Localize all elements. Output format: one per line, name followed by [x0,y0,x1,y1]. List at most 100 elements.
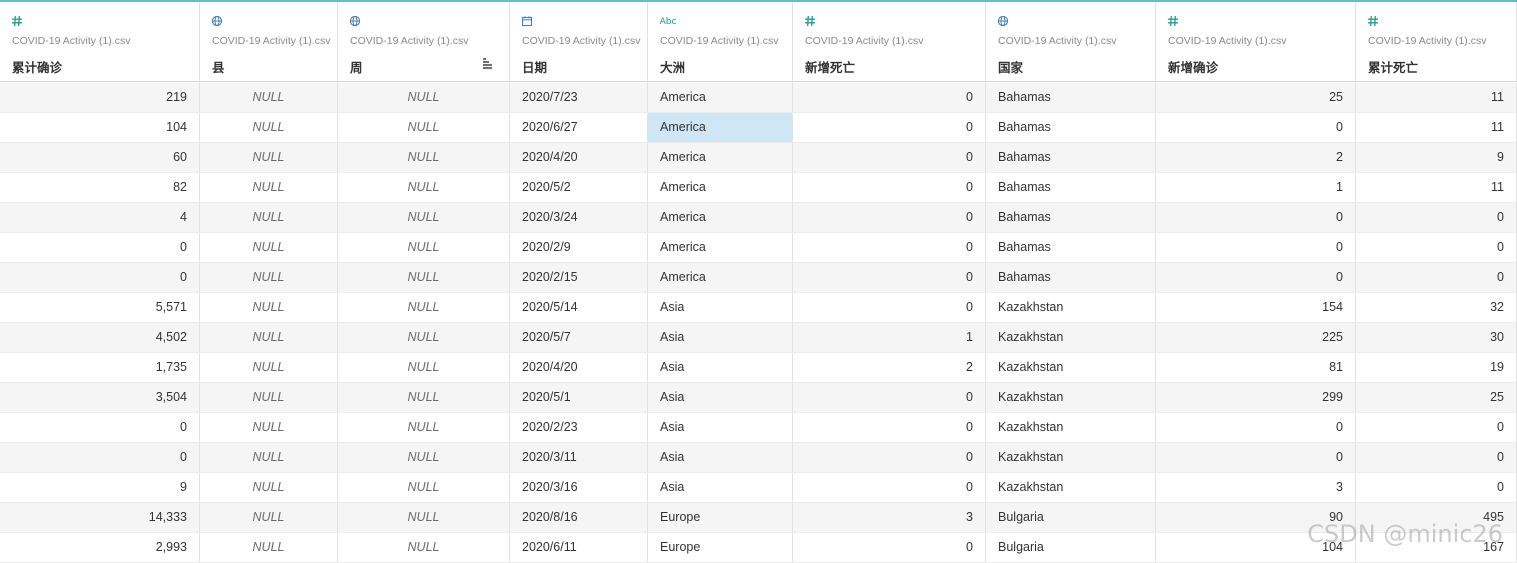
column-header-8[interactable]: COVID-19 Activity (1).csv新增确诊 [1156,2,1356,81]
table-cell[interactable]: NULL [200,113,338,142]
table-cell[interactable]: 25 [1356,383,1517,412]
table-cell[interactable]: 11 [1356,113,1517,142]
table-cell[interactable]: 32 [1356,293,1517,322]
table-cell[interactable]: 2 [793,353,986,382]
table-cell[interactable]: 4,502 [0,323,200,352]
table-cell[interactable]: 14,333 [0,503,200,532]
column-header-5[interactable]: AbcCOVID-19 Activity (1).csv大洲 [648,2,793,81]
table-cell[interactable]: Asia [648,293,793,322]
table-cell[interactable]: 2 [1156,143,1356,172]
table-cell[interactable]: Asia [648,323,793,352]
table-row[interactable]: 0NULLNULL2020/3/11Asia0Kazakhstan00 [0,443,1517,473]
table-cell[interactable]: 0 [1356,443,1517,472]
table-row[interactable]: 219NULLNULL2020/7/23America0Bahamas2511 [0,83,1517,113]
table-cell[interactable]: 19 [1356,353,1517,382]
table-cell[interactable]: 2020/5/7 [510,323,648,352]
table-cell[interactable]: 2020/2/23 [510,413,648,442]
table-cell[interactable]: 11 [1356,83,1517,112]
table-cell[interactable]: 0 [1156,113,1356,142]
table-cell[interactable]: NULL [338,443,510,472]
table-cell[interactable]: 0 [793,413,986,442]
table-cell[interactable]: NULL [200,383,338,412]
table-cell[interactable]: 2020/3/16 [510,473,648,502]
table-cell[interactable]: 225 [1156,323,1356,352]
table-cell[interactable]: 2020/6/27 [510,113,648,142]
table-cell[interactable]: 3,504 [0,383,200,412]
table-cell[interactable]: 0 [0,443,200,472]
table-cell[interactable]: 219 [0,83,200,112]
table-cell[interactable]: NULL [338,293,510,322]
table-cell[interactable]: NULL [338,173,510,202]
table-cell[interactable]: 0 [793,173,986,202]
table-cell[interactable]: Asia [648,473,793,502]
table-cell[interactable]: 0 [793,383,986,412]
table-cell[interactable]: 0 [793,83,986,112]
table-cell[interactable]: 2020/4/20 [510,353,648,382]
table-cell[interactable]: NULL [200,233,338,262]
table-cell[interactable]: 2020/2/15 [510,263,648,292]
table-cell[interactable]: America [648,263,793,292]
column-header-1[interactable]: COVID-19 Activity (1).csv累计确诊 [0,2,200,81]
table-cell[interactable]: 495 [1356,503,1517,532]
table-cell[interactable]: NULL [338,203,510,232]
table-cell[interactable]: Bahamas [986,143,1156,172]
table-cell[interactable]: 4 [0,203,200,232]
table-cell[interactable]: Bahamas [986,173,1156,202]
table-cell[interactable]: 30 [1356,323,1517,352]
table-cell[interactable]: NULL [200,473,338,502]
table-row[interactable]: 60NULLNULL2020/4/20America0Bahamas29 [0,143,1517,173]
table-cell[interactable]: America [648,173,793,202]
table-cell[interactable]: 104 [0,113,200,142]
table-cell[interactable]: America [648,203,793,232]
table-cell[interactable]: Kazakhstan [986,473,1156,502]
table-cell[interactable]: 2020/3/11 [510,443,648,472]
table-cell[interactable]: 0 [1356,473,1517,502]
table-cell[interactable]: Asia [648,353,793,382]
table-cell[interactable]: NULL [338,233,510,262]
table-cell[interactable]: NULL [338,113,510,142]
table-cell[interactable]: 0 [1156,263,1356,292]
table-cell[interactable]: 0 [793,233,986,262]
table-cell[interactable]: 3 [793,503,986,532]
column-header-7[interactable]: COVID-19 Activity (1).csv国家 [986,2,1156,81]
table-cell[interactable]: 3 [1156,473,1356,502]
table-cell[interactable]: 2020/4/20 [510,143,648,172]
table-cell[interactable]: NULL [200,203,338,232]
table-cell[interactable]: 0 [793,113,986,142]
table-cell[interactable]: 0 [793,473,986,502]
sort-icon[interactable] [481,58,493,70]
table-cell[interactable]: 0 [0,263,200,292]
table-cell[interactable]: NULL [338,83,510,112]
table-cell[interactable]: 2020/3/24 [510,203,648,232]
table-cell[interactable]: 0 [793,263,986,292]
column-header-6[interactable]: COVID-19 Activity (1).csv新增死亡 [793,2,986,81]
table-row[interactable]: 4,502NULLNULL2020/5/7Asia1Kazakhstan2253… [0,323,1517,353]
table-cell[interactable]: Kazakhstan [986,353,1156,382]
table-row[interactable]: 9NULLNULL2020/3/16Asia0Kazakhstan30 [0,473,1517,503]
table-cell[interactable]: 0 [793,203,986,232]
table-cell[interactable]: 2020/5/1 [510,383,648,412]
table-row[interactable]: 0NULLNULL2020/2/15America0Bahamas00 [0,263,1517,293]
selected-cell[interactable]: America [648,113,793,142]
table-cell[interactable]: NULL [338,323,510,352]
table-cell[interactable]: 1,735 [0,353,200,382]
table-cell[interactable]: NULL [338,143,510,172]
column-header-2[interactable]: COVID-19 Activity (1).csv县 [200,2,338,81]
table-cell[interactable]: NULL [338,473,510,502]
table-cell[interactable]: 0 [1356,203,1517,232]
table-cell[interactable]: 9 [1356,143,1517,172]
table-cell[interactable]: Kazakhstan [986,443,1156,472]
table-cell[interactable]: NULL [200,173,338,202]
table-cell[interactable]: NULL [338,503,510,532]
table-cell[interactable]: 1 [793,323,986,352]
table-cell[interactable]: 2020/7/23 [510,83,648,112]
table-cell[interactable]: America [648,143,793,172]
table-cell[interactable]: 0 [0,233,200,262]
table-cell[interactable]: NULL [200,353,338,382]
column-header-9[interactable]: COVID-19 Activity (1).csv累计死亡 [1356,2,1517,81]
table-cell[interactable]: Bahamas [986,83,1156,112]
table-row[interactable]: 2,993NULLNULL2020/6/11Europe0Bulgaria104… [0,533,1517,563]
table-cell[interactable]: 2020/5/14 [510,293,648,322]
table-cell[interactable]: 2020/8/16 [510,503,648,532]
table-cell[interactable]: Asia [648,413,793,442]
